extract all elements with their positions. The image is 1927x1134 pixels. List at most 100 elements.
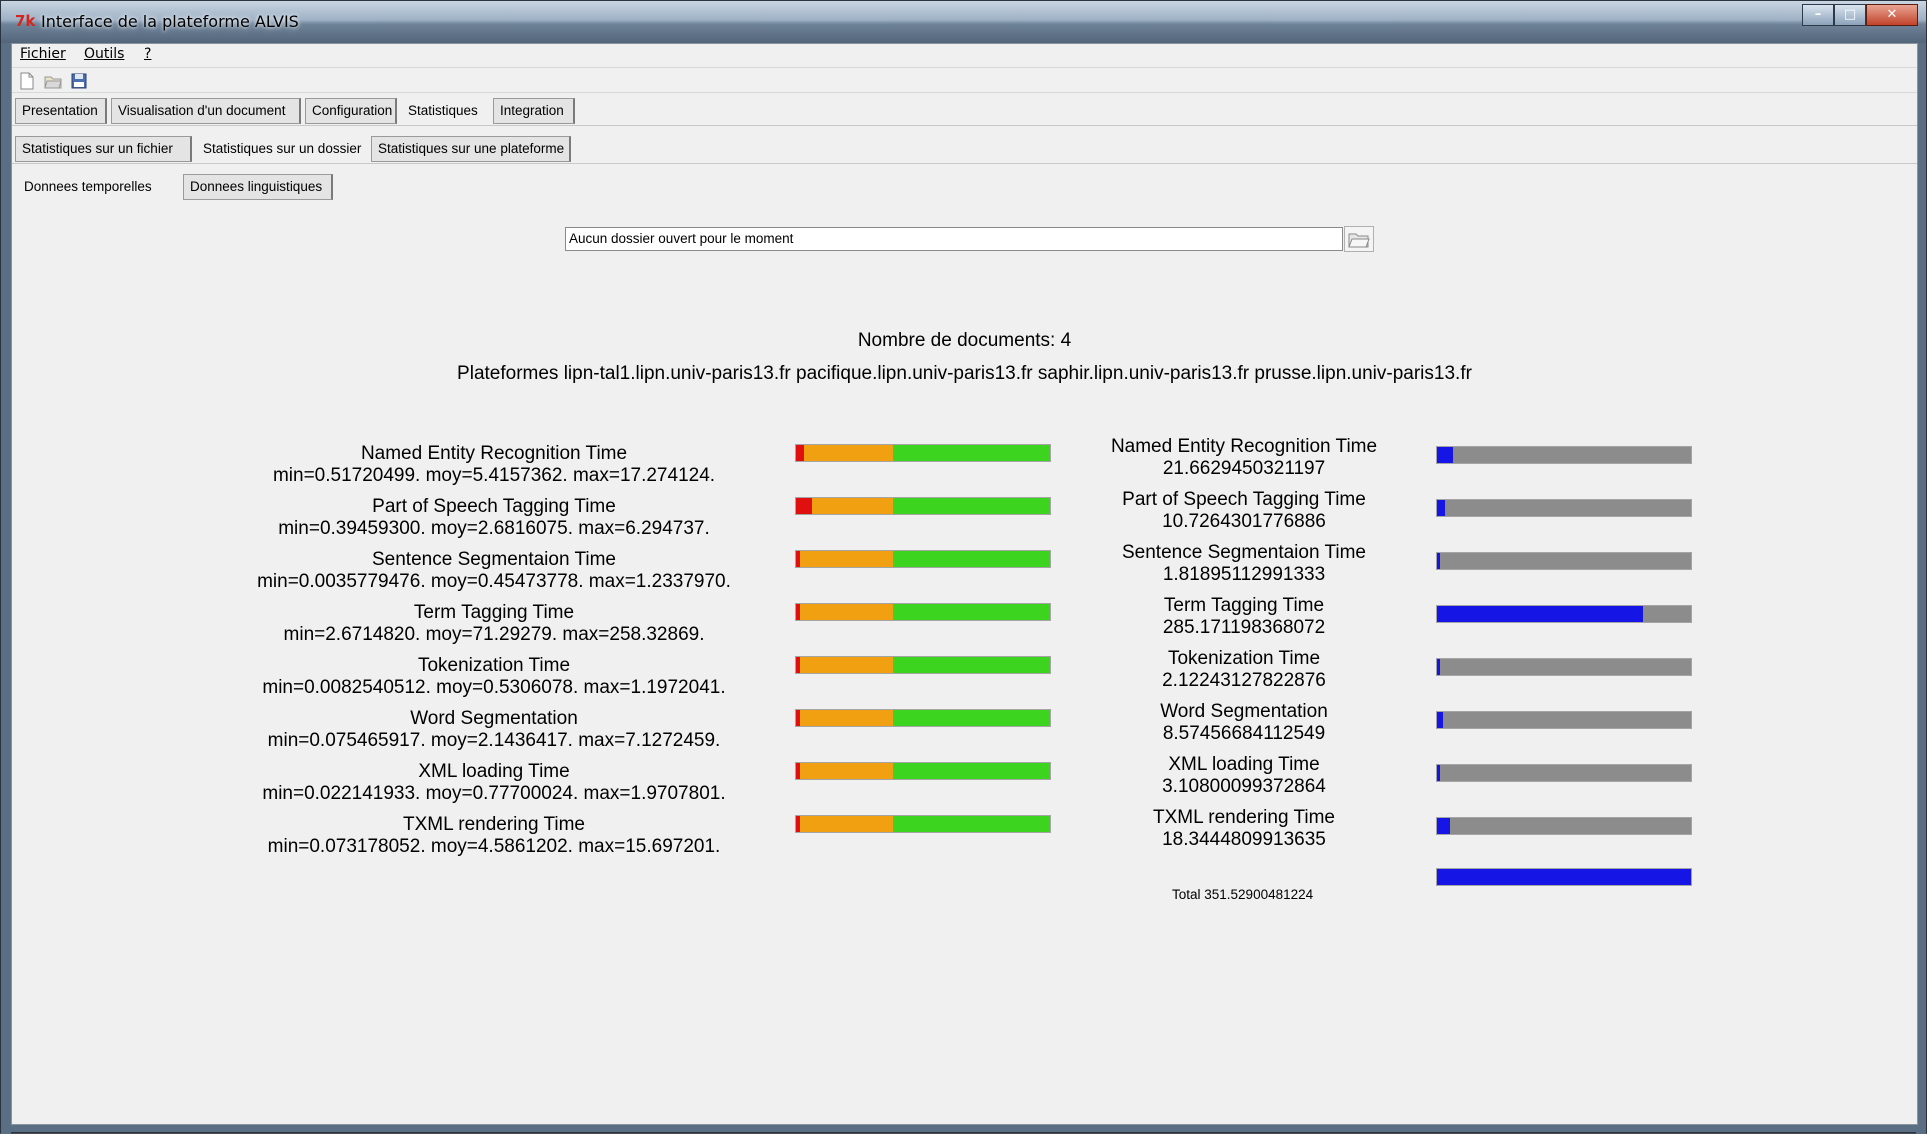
save-icon[interactable]	[70, 72, 88, 90]
stats-tab-row: Statistiques sur un fichier Statistiques…	[12, 132, 1917, 164]
maximize-button[interactable]: □	[1834, 4, 1866, 26]
max-segment	[892, 604, 1050, 620]
total-share-fill	[1437, 712, 1444, 728]
window-controls: – □ ✕	[1802, 4, 1918, 26]
max-segment	[892, 710, 1050, 726]
menu-fichier[interactable]: Fichier	[20, 46, 66, 62]
total-label: Total 351.52900481224	[1172, 887, 1314, 902]
tab-stats-fichier[interactable]: Statistiques sur un fichier	[15, 136, 192, 162]
stat-name-left: Word Segmentation	[410, 708, 578, 729]
stat-range-left: min=0.0082540512. moy=0.5306078. max=1.1…	[262, 677, 726, 698]
tab-stats-plateforme[interactable]: Statistiques sur une plateforme	[371, 136, 571, 162]
tab-donnees-temporelles[interactable]: Donnees temporelles	[17, 174, 179, 200]
stat-name-right: Sentence Segmentaion Time	[1122, 542, 1366, 563]
max-segment	[892, 498, 1050, 514]
data-tab-row: Donnees temporelles Donnees linguistique…	[12, 170, 1917, 202]
stat-name-right: XML loading Time	[1168, 754, 1320, 775]
total-share-bar	[1436, 446, 1692, 464]
min-moy-max-bar	[795, 815, 1051, 833]
tab-presentation[interactable]: Presentation	[15, 98, 107, 124]
tab-configuration[interactable]: Configuration	[305, 98, 397, 124]
total-share-fill	[1437, 500, 1445, 516]
menu-bar: Fichier Outils ?	[12, 44, 1917, 66]
tab-stats-dossier[interactable]: Statistiques sur un dossier	[196, 136, 367, 162]
tab-donnees-linguistiques[interactable]: Donnees linguistiques	[183, 174, 333, 200]
stat-name-right: TXML rendering Time	[1153, 807, 1335, 828]
stat-name-right: Term Tagging Time	[1163, 595, 1325, 616]
moy-segment	[800, 551, 893, 567]
max-segment	[892, 763, 1050, 779]
total-share-bar	[1436, 817, 1692, 835]
main-tab-row: Presentation Visualisation d'un document…	[12, 94, 1917, 126]
tab-visualisation[interactable]: Visualisation d'un document	[111, 98, 301, 124]
tk-app-icon: 7k	[15, 12, 36, 30]
document-count: Nombre de documents: 4	[857, 330, 1072, 351]
stat-total-right: 1.81895112991333	[1162, 564, 1326, 585]
stat-range-left: min=2.6714820. moy=71.29279. max=258.328…	[283, 624, 705, 645]
min-moy-max-bar	[795, 656, 1051, 674]
tab-integration[interactable]: Integration	[493, 98, 575, 124]
min-segment	[796, 498, 812, 514]
min-moy-max-bar	[795, 603, 1051, 621]
total-share-fill	[1437, 659, 1440, 675]
window-title: Interface de la plateforme ALVIS	[41, 12, 299, 31]
stat-range-left: min=0.0035779476. moy=0.45473778. max=1.…	[257, 571, 731, 592]
total-share-fill	[1437, 818, 1451, 834]
total-share-bar	[1436, 499, 1692, 517]
folder-path-input[interactable]: Aucun dossier ouvert pour le moment	[565, 227, 1343, 251]
total-share-bar	[1436, 711, 1692, 729]
toolbar	[12, 67, 1917, 93]
open-folder-icon[interactable]	[44, 72, 62, 90]
stat-total-right: 18.3444809913635	[1162, 829, 1326, 850]
open-folder-button[interactable]	[1344, 226, 1374, 252]
minimize-button[interactable]: –	[1802, 4, 1834, 26]
stat-total-right: 3.10800099372864	[1162, 776, 1326, 797]
min-segment	[796, 445, 804, 461]
stat-total-right: 285.171198368072	[1162, 617, 1326, 638]
moy-segment	[811, 498, 893, 514]
total-share-fill	[1437, 606, 1644, 622]
max-segment	[892, 445, 1050, 461]
total-share-bar	[1436, 658, 1692, 676]
close-button[interactable]: ✕	[1866, 4, 1918, 26]
stat-total-right: 2.12243127822876	[1162, 670, 1326, 691]
total-share-fill	[1437, 765, 1440, 781]
new-file-icon[interactable]	[18, 72, 36, 90]
platforms-list: Plateformes lipn-tal1.lipn.univ-paris13.…	[457, 363, 1472, 384]
total-share-bar	[1436, 605, 1692, 623]
stat-total-right: 21.6629450321197	[1162, 458, 1326, 479]
app-window: 7k Interface de la plateforme ALVIS – □ …	[0, 0, 1927, 1134]
stat-range-left: min=0.022141933. moy=0.77700024. max=1.9…	[262, 783, 726, 804]
stat-name-left: Tokenization Time	[417, 655, 571, 676]
moy-segment	[800, 657, 893, 673]
min-moy-max-bar	[795, 709, 1051, 727]
menu-outils[interactable]: Outils	[84, 46, 124, 62]
stat-total-right: 10.7264301776886	[1162, 511, 1326, 532]
stat-name-right: Word Segmentation	[1160, 701, 1328, 722]
max-segment	[892, 657, 1050, 673]
total-share-bar	[1436, 764, 1692, 782]
stat-range-left: min=0.073178052. moy=4.5861202. max=15.6…	[267, 836, 721, 857]
stat-name-right: Tokenization Time	[1167, 648, 1321, 669]
stat-name-left: Named Entity Recognition Time	[360, 443, 628, 464]
min-moy-max-bar	[795, 444, 1051, 462]
min-moy-max-bar	[795, 550, 1051, 568]
stat-total-right: 8.57456684112549	[1162, 723, 1326, 744]
tab-statistiques[interactable]: Statistiques	[401, 98, 489, 124]
client-area: Fichier Outils ? Presentation Visualisat…	[11, 43, 1918, 1125]
total-share-bar	[1436, 552, 1692, 570]
stat-name-left: XML loading Time	[418, 761, 570, 782]
stat-name-left: Part of Speech Tagging Time	[372, 496, 616, 517]
min-moy-max-bar	[795, 497, 1051, 515]
moy-segment	[800, 816, 893, 832]
total-bar-fill	[1437, 869, 1691, 885]
menu-help[interactable]: ?	[144, 46, 151, 62]
moy-segment	[803, 445, 893, 461]
stat-range-left: min=0.39459300. moy=2.6816075. max=6.294…	[278, 518, 710, 539]
total-bar	[1436, 868, 1692, 886]
total-share-fill	[1437, 553, 1440, 569]
stat-range-left: min=0.075465917. moy=2.1436417. max=7.12…	[267, 730, 721, 751]
stat-name-right: Part of Speech Tagging Time	[1122, 489, 1366, 510]
title-bar[interactable]: 7k Interface de la plateforme ALVIS – □ …	[1, 1, 1926, 43]
window-frame-left	[1, 43, 11, 1134]
